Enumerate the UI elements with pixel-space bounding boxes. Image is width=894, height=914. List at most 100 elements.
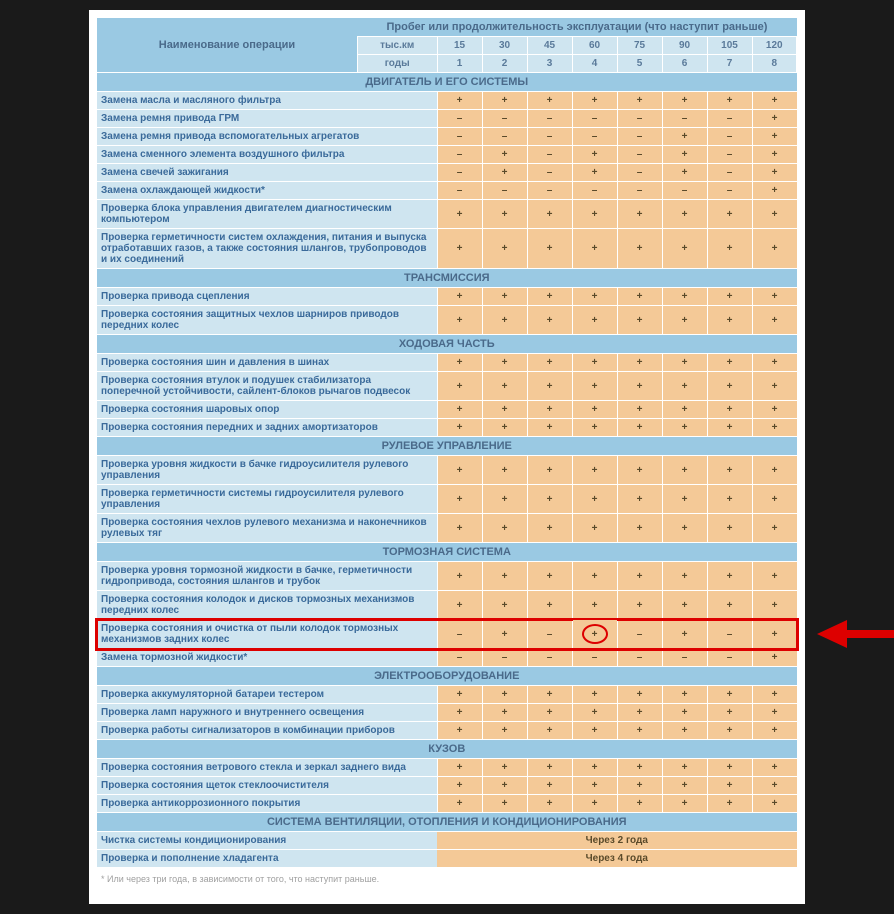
schedule-cell: + [707,704,752,722]
schedule-cell: – [572,649,617,667]
table-row: Проверка состояния и очистка от пыли кол… [97,620,797,649]
schedule-cell: – [662,110,707,128]
table-row: Проверка аккумуляторной батареи тестером… [97,686,797,704]
operation-name: Замена сменного элемента воздушного филь… [97,146,437,164]
schedule-cell: + [527,591,572,620]
schedule-cell: + [437,456,482,485]
schedule-cell: – [617,649,662,667]
table-row: Проверка герметичности системы гидроусил… [97,485,797,514]
schedule-cell: + [572,777,617,795]
schedule-cell: + [707,686,752,704]
schedule-cell: + [707,759,752,777]
schedule-cell: + [617,514,662,543]
schedule-cell: + [707,401,752,419]
schedule-cell: + [482,591,527,620]
schedule-cell: + [707,288,752,306]
schedule-cell: + [752,722,797,740]
operation-name: Проверка уровня жидкости в бачке гидроус… [97,456,437,485]
schedule-cell: + [437,354,482,372]
schedule-cell: + [482,200,527,229]
schedule-cell: + [752,306,797,335]
operation-name: Проверка ламп наружного и внутреннего ос… [97,704,437,722]
operation-name: Проверка состояния втулок и подушек стаб… [97,372,437,401]
operation-name: Проверка состояния ветрового стекла и зе… [97,759,437,777]
operation-name: Проверка работы сигнализаторов в комбина… [97,722,437,740]
schedule-cell: – [437,649,482,667]
schedule-cell: + [527,722,572,740]
table-row: Чистка системы кондиционированияЧерез 2 … [97,832,797,850]
operation-name: Проверка уровня тормозной жидкости в бач… [97,562,437,591]
schedule-cell: + [707,722,752,740]
schedule-cell: – [437,146,482,164]
schedule-cell: – [617,128,662,146]
operation-name: Проверка состояния шин и давления в шина… [97,354,437,372]
schedule-cell: + [752,704,797,722]
schedule-cell: + [482,164,527,182]
schedule-cell: + [752,200,797,229]
table-row: Проверка состояния чехлов рулевого механ… [97,514,797,543]
schedule-cell: + [707,419,752,437]
schedule-cell: + [482,704,527,722]
schedule-cell: + [572,401,617,419]
schedule-cell: + [617,92,662,110]
schedule-cell: – [437,128,482,146]
schedule-cell: + [437,795,482,813]
year-label: годы [357,55,437,73]
schedule-cell: + [752,686,797,704]
schedule-cell: + [437,686,482,704]
schedule-cell: + [662,306,707,335]
section-header: ТРАНСМИССИЯ [97,269,797,288]
schedule-cell: – [437,620,482,649]
schedule-cell: + [617,200,662,229]
year-val: 4 [572,55,617,73]
schedule-cell: + [437,514,482,543]
schedule-cell: + [662,686,707,704]
table-row: Проверка состояния шин и давления в шина… [97,354,797,372]
operation-name: Проверка состояния передних и задних амо… [97,419,437,437]
year-val: 1 [437,55,482,73]
table-row: Проверка состояния передних и задних амо… [97,419,797,437]
schedule-cell: – [572,128,617,146]
schedule-cell: + [527,306,572,335]
schedule-cell: + [617,686,662,704]
schedule-cell: – [482,649,527,667]
schedule-cell: + [662,146,707,164]
schedule-cell: + [482,620,527,649]
schedule-cell: + [527,704,572,722]
schedule-cell: + [617,562,662,591]
table-row: Замена тормозной жидкости*–––––––+ [97,649,797,667]
schedule-cell: + [617,288,662,306]
schedule-cell: + [572,164,617,182]
schedule-cell: – [617,620,662,649]
schedule-cell: + [617,306,662,335]
schedule-cell: + [437,562,482,591]
schedule-cell: + [482,722,527,740]
schedule-cell: + [707,354,752,372]
schedule-cell: + [707,372,752,401]
schedule-cell: – [437,182,482,200]
schedule-cell: + [482,288,527,306]
schedule-cell: – [527,110,572,128]
schedule-cell: + [437,722,482,740]
operation-name: Проверка блока управления двигателем диа… [97,200,437,229]
schedule-cell: – [482,110,527,128]
schedule-cell: + [617,229,662,269]
schedule-cell: + [527,456,572,485]
schedule-cell: + [662,759,707,777]
schedule-cell: + [752,759,797,777]
km-val: 60 [572,37,617,55]
schedule-cell: + [572,514,617,543]
year-val: 8 [752,55,797,73]
operation-name: Проверка состояния чехлов рулевого механ… [97,514,437,543]
schedule-cell: + [662,200,707,229]
table-row: Проверка уровня жидкости в бачке гидроус… [97,456,797,485]
operation-name: Проверка состояния защитных чехлов шарни… [97,306,437,335]
schedule-cell: + [752,229,797,269]
schedule-cell: – [707,146,752,164]
schedule-cell: + [752,354,797,372]
schedule-cell: + [752,795,797,813]
schedule-cell: + [752,146,797,164]
schedule-cell: + [482,514,527,543]
schedule-cell: + [482,795,527,813]
schedule-cell: – [662,649,707,667]
